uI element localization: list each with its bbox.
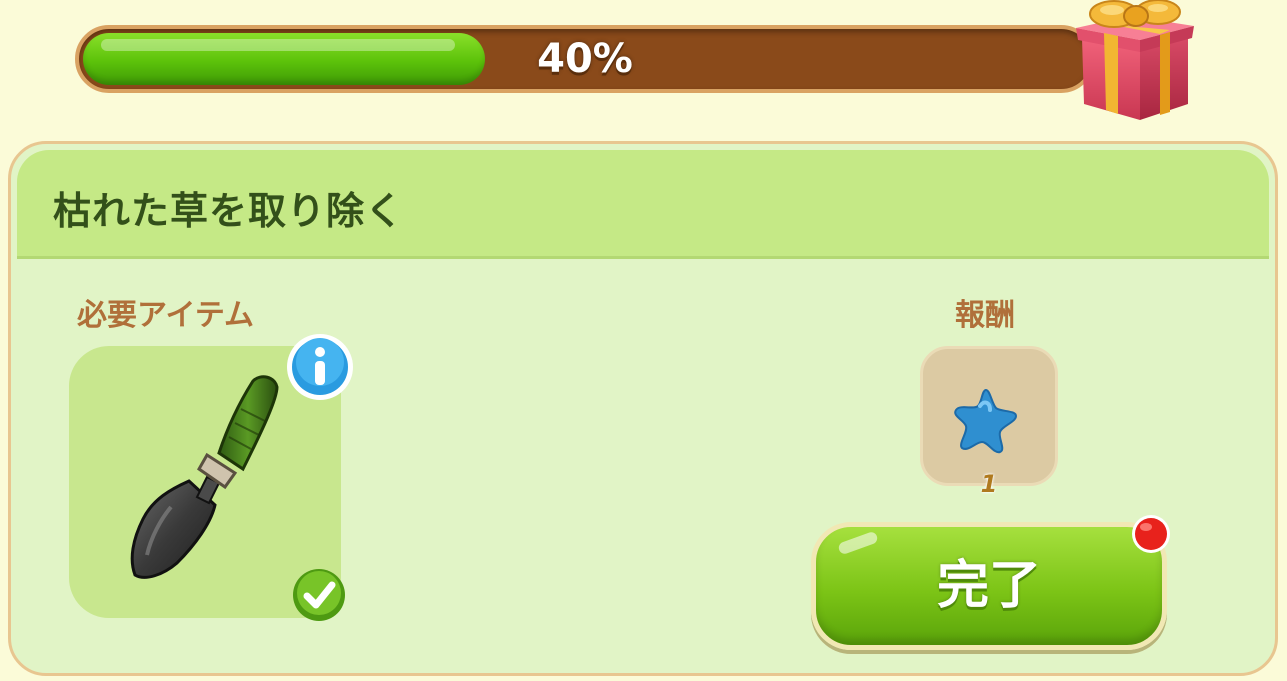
notification-dot-icon bbox=[1132, 515, 1170, 553]
task-title: 枯れた草を取り除く bbox=[53, 189, 405, 233]
reward-count: 1 bbox=[980, 470, 998, 498]
reward-label: 報酬 bbox=[955, 298, 1015, 333]
task-header: 枯れた草を取り除く bbox=[17, 150, 1269, 259]
progress-percent: 40% bbox=[537, 36, 633, 82]
trowel-icon bbox=[130, 375, 279, 579]
task-panel: 枯れた草を取り除く 必要アイテム 報酬 1 完了 bbox=[8, 141, 1278, 676]
complete-button[interactable]: 完了 bbox=[811, 522, 1167, 650]
gift-box-icon[interactable] bbox=[1070, 0, 1200, 125]
progress-bar: 40% bbox=[75, 25, 1095, 93]
required-items-label: 必要アイテム bbox=[77, 298, 254, 333]
check-icon bbox=[293, 569, 345, 621]
blue-star-icon bbox=[954, 388, 1018, 454]
complete-button-label: 完了 bbox=[936, 556, 1041, 616]
info-icon[interactable] bbox=[285, 332, 355, 402]
